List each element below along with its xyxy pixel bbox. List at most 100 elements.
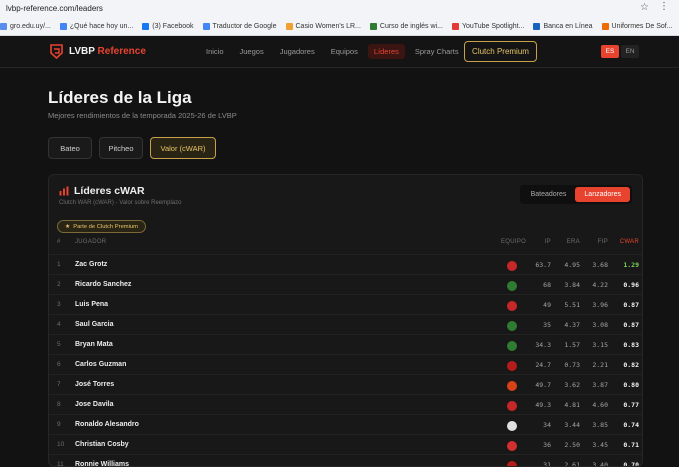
tab-2[interactable]: Valor (cWAR) — [150, 137, 216, 159]
nav-link-5[interactable]: Spray Charts — [409, 44, 465, 59]
card-title: Líderes cWAR — [59, 185, 145, 197]
table-row[interactable]: 5 Bryan Mata 34.3 1.57 3.15 0.83 — [49, 334, 642, 354]
row-rank: 6 — [57, 361, 61, 368]
row-player-name[interactable]: José Torres — [75, 381, 114, 388]
header-player[interactable]: JUGADOR — [75, 239, 106, 245]
table-row[interactable]: 2 Ricardo Sanchez 68 3.84 4.22 0.96 — [49, 274, 642, 294]
tab-1[interactable]: Pitcheo — [99, 137, 143, 159]
bookmark-label: Casio Women's LR... — [295, 22, 361, 30]
bookmark-item[interactable]: Casio Women's LR... — [285, 22, 361, 30]
row-ip: 34.3 — [535, 341, 551, 349]
bookmark-star-icon[interactable]: ☆ — [640, 2, 649, 13]
table-row[interactable]: 10 Christian Cosby 36 2.50 3.45 0.71 — [49, 434, 642, 454]
table-row[interactable]: 6 Carlos Guzman 24.7 0.73 2.21 0.82 — [49, 354, 642, 374]
row-fip: 3.08 — [592, 321, 608, 329]
bookmark-favicon-icon — [142, 22, 150, 30]
row-player-name[interactable]: Christian Cosby — [75, 441, 129, 448]
stat-tabs: Bateo Pitcheo Valor (cWAR) — [48, 137, 223, 159]
row-player-name[interactable]: Ronaldo Alesandro — [75, 421, 139, 428]
bookmark-item[interactable]: (3) Facebook — [142, 22, 194, 30]
bookmark-item[interactable]: YouTube Spotlight... — [451, 22, 524, 30]
url-text[interactable]: lvbp-reference.com/leaders — [6, 4, 103, 13]
nav-link-2[interactable]: Jugadores — [274, 44, 321, 59]
team-logo-icon — [507, 361, 517, 371]
row-ip: 35 — [543, 321, 551, 329]
clutch-premium-button[interactable]: Clutch Premium — [464, 41, 537, 62]
nav-link-0[interactable]: Inicio — [200, 44, 230, 59]
row-ip: 63.7 — [535, 261, 551, 269]
team-logo-icon — [507, 461, 517, 466]
bookmark-item[interactable]: Banca en Línea — [533, 22, 593, 30]
team-logo-icon — [507, 441, 517, 451]
header-cwar[interactable]: CWAR — [614, 239, 639, 245]
team-logo-icon — [507, 341, 517, 351]
card-subtitle: Clutch WAR (cWAR) - Valor sobre Reemplaz… — [59, 200, 182, 206]
row-player-name[interactable]: Carlos Guzman — [75, 361, 126, 368]
row-rank: 8 — [57, 401, 61, 408]
row-player-name[interactable]: Ricardo Sanchez — [75, 281, 131, 288]
bookmark-label: Traductor de Google — [212, 22, 277, 30]
header-fip[interactable]: FIP — [584, 239, 608, 245]
bar-chart-icon — [59, 186, 69, 196]
table-row[interactable]: 7 José Torres 49.7 3.62 3.87 0.80 — [49, 374, 642, 394]
address-bar[interactable]: lvbp-reference.com/leaders ☆ ⋮ — [0, 0, 679, 16]
browser-chrome: lvbp-reference.com/leaders ☆ ⋮ gro.edu.u… — [0, 0, 679, 36]
nav-link-4[interactable]: Líderes — [367, 44, 405, 59]
row-player-name[interactable]: Saul Garcia — [75, 321, 114, 328]
row-player-name[interactable]: Bryan Mata — [75, 341, 113, 348]
toggle-option-0[interactable]: Bateadores — [522, 187, 576, 202]
bookmark-item[interactable]: Uniformes De Sof... — [601, 22, 673, 30]
row-era: 1.57 — [564, 341, 580, 349]
row-era: 4.95 — [564, 261, 580, 269]
row-player-name[interactable]: Zac Grotz — [75, 261, 107, 268]
player-type-toggle: Bateadores Lanzadores — [519, 185, 632, 204]
header-ip[interactable]: IP — [527, 239, 551, 245]
nav-link-3[interactable]: Equipos — [325, 44, 364, 59]
lang-en-button[interactable]: EN — [621, 45, 639, 58]
toggle-option-1[interactable]: Lanzadores — [575, 187, 630, 202]
lang-es-button[interactable]: ES — [601, 45, 619, 58]
card-title-text: Líderes cWAR — [74, 185, 145, 197]
table-row[interactable]: 8 Jose Davila 49.3 4.81 4.60 0.77 — [49, 394, 642, 414]
team-logo-icon — [507, 301, 517, 311]
bookmark-favicon-icon — [202, 22, 210, 30]
row-era: 3.44 — [564, 421, 580, 429]
row-era: 2.50 — [564, 441, 580, 449]
tab-0[interactable]: Bateo — [48, 137, 92, 159]
row-fip: 3.15 — [592, 341, 608, 349]
nav-link-1[interactable]: Juegos — [234, 44, 270, 59]
bookmark-favicon-icon — [59, 22, 67, 30]
header-team[interactable]: EQUIPO — [501, 239, 526, 245]
table-row[interactable]: 1 Zac Grotz 63.7 4.95 3.68 1.29 — [49, 254, 642, 274]
row-cwar: 0.71 — [623, 441, 639, 449]
header-era[interactable]: ERA — [556, 239, 580, 245]
row-player-name[interactable]: Luis Pena — [75, 301, 108, 308]
table-row[interactable]: 11 Ronnie Williams 31 2.61 3.40 0.70 — [49, 454, 642, 467]
leaders-card: Líderes cWAR Clutch WAR (cWAR) - Valor s… — [48, 174, 643, 467]
team-logo-icon — [507, 281, 517, 291]
logo-accent: Reference — [97, 46, 146, 57]
row-era: 4.37 — [564, 321, 580, 329]
bookmark-favicon-icon — [601, 22, 609, 30]
row-cwar: 0.82 — [623, 361, 639, 369]
bookmark-item[interactable]: ¿Qué hace hoy un... — [59, 22, 133, 30]
row-era: 2.61 — [564, 461, 580, 467]
bookmark-item[interactable]: Curso de inglés wi... — [369, 22, 443, 30]
bookmarks-bar: gro.edu.uy/... ¿Qué hace hoy un... (3) Fac… — [0, 17, 679, 35]
row-cwar: 0.83 — [623, 341, 639, 349]
table-row[interactable]: 9 Ronaldo Alesandro 34 3.44 3.85 0.74 — [49, 414, 642, 434]
bookmark-item[interactable]: gro.edu.uy/... — [0, 22, 51, 30]
row-player-name[interactable]: Ronnie Williams — [75, 461, 129, 466]
bookmark-item[interactable]: Traductor de Google — [202, 22, 277, 30]
row-cwar: 0.96 — [623, 281, 639, 289]
table-row[interactable]: 4 Saul Garcia 35 4.37 3.08 0.87 — [49, 314, 642, 334]
team-logo-icon — [507, 261, 517, 271]
table-row[interactable]: 3 Luis Pena 49 5.51 3.96 0.87 — [49, 294, 642, 314]
site-logo[interactable]: LVBP Reference — [50, 44, 146, 59]
premium-badge-text: Parte de Clutch Premium — [73, 223, 138, 230]
row-rank: 7 — [57, 381, 61, 388]
browser-menu-icon[interactable]: ⋮ — [659, 1, 669, 12]
row-cwar: 1.29 — [623, 261, 639, 269]
row-player-name[interactable]: Jose Davila — [75, 401, 114, 408]
row-ip: 68 — [543, 281, 551, 289]
